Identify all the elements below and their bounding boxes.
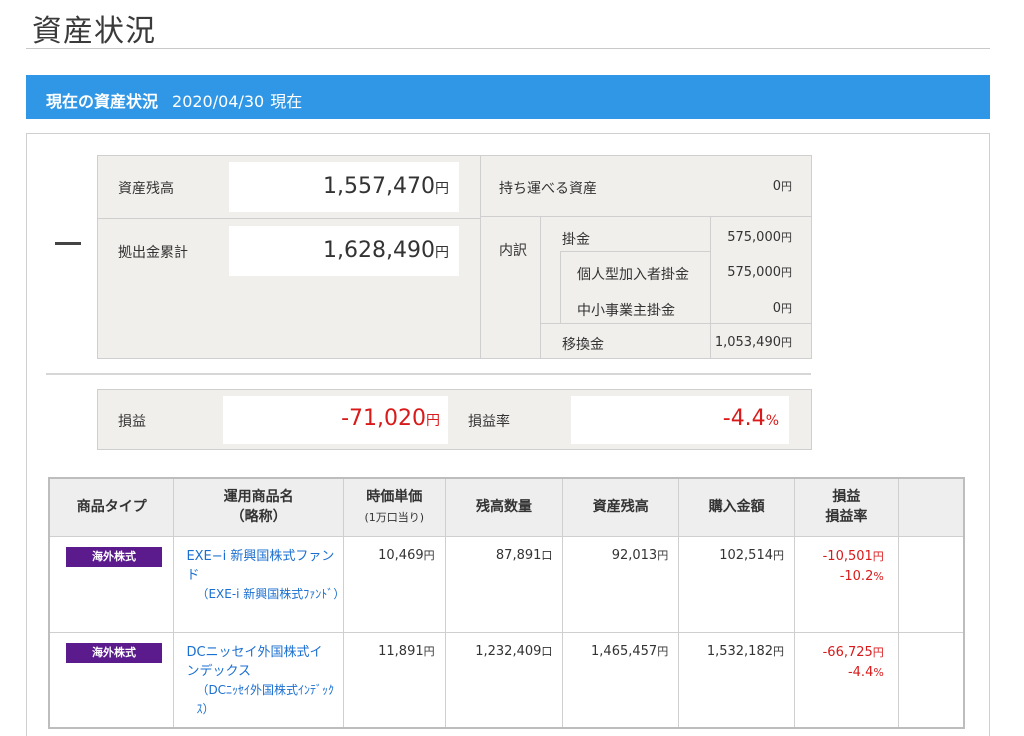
individual-contribution-label: 個人型加入者掛金 xyxy=(577,267,689,283)
col-header-balance: 資産残高 xyxy=(562,477,680,537)
type-cell: 海外株式 xyxy=(48,535,175,633)
profit-loss-value: -71,020円 xyxy=(223,396,448,444)
type-cell: 海外株式 xyxy=(48,631,175,729)
section-header: 現在の資産状況 2020/04/30 現在 xyxy=(26,75,990,119)
profit-loss-cell: -10,501円 -10.2% xyxy=(794,535,899,633)
fund-short-name: （DCﾆｯｾｲ外国株式ｲﾝﾃﾞｯｸｽ） xyxy=(196,682,335,716)
contribution-total-value: 1,628,490円 xyxy=(229,226,459,276)
contribution-value: 575,000円 xyxy=(727,230,792,245)
contribution-label: 掛金 xyxy=(562,232,590,248)
profit-loss-cell: -66,725円 -4.4% xyxy=(794,631,899,729)
blank-cell xyxy=(897,631,965,729)
table-row: 海外株式 EXE−i 新興国株式ファンド （EXE-i 新興国株式ﾌｧﾝﾄﾞ） … xyxy=(48,535,965,633)
balance-cell: 1,465,457円 xyxy=(562,631,680,729)
purchase-cell: 1,532,182円 xyxy=(678,631,795,729)
employer-contribution-value: 0円 xyxy=(772,301,792,316)
fund-name-cell: DCニッセイ外国株式インデックス （DCﾆｯｾｲ外国株式ｲﾝﾃﾞｯｸｽ） xyxy=(173,631,344,729)
col-header-purchase: 購入金額 xyxy=(678,477,795,537)
breakdown-label: 内訳 xyxy=(499,243,527,259)
col-header-profit-loss: 損益 損益率 xyxy=(794,477,899,537)
table-row: 海外株式 DCニッセイ外国株式インデックス （DCﾆｯｾｲ外国株式ｲﾝﾃﾞｯｸｽ… xyxy=(48,631,965,729)
transfer-value: 1,053,490円 xyxy=(714,335,792,350)
page-title: 資産状況 xyxy=(32,14,156,49)
profit-loss-rate-label: 損益率 xyxy=(468,414,510,430)
col-header-unit-price: 時価単価 (1万口当り) xyxy=(342,477,446,537)
table-header-row: 商品タイプ 運用商品名 （略称） 時価単価 (1万口当り) 残高数量 資産残高 購入… xyxy=(48,477,965,537)
product-type-badge: 海外株式 xyxy=(66,642,162,663)
holdings-table: 商品タイプ 運用商品名 （略称） 時価単価 (1万口当り) 残高数量 資産残高 購入… xyxy=(48,477,965,729)
section-heading: 現在の資産状況 xyxy=(46,92,159,111)
col-header-quantity: 残高数量 xyxy=(444,477,564,537)
contribution-total-label: 拠出金累計 xyxy=(118,245,188,261)
quantity-cell: 1,232,409口 xyxy=(444,631,564,729)
breakdown-sub-bottom xyxy=(540,323,812,324)
product-type-badge: 海外株式 xyxy=(66,546,162,567)
col-header-type: 商品タイプ xyxy=(48,477,175,537)
breakdown-sub-left xyxy=(560,251,561,323)
title-divider xyxy=(26,48,990,49)
quantity-cell: 87,891口 xyxy=(444,535,564,633)
col-header-blank xyxy=(897,477,965,537)
blank-cell xyxy=(897,535,965,633)
summary-row-divider xyxy=(97,218,481,219)
purchase-cell: 102,514円 xyxy=(678,535,795,633)
col-header-name: 運用商品名 （略称） xyxy=(173,477,344,537)
portable-assets-label: 持ち運べる資産 xyxy=(499,181,597,197)
profit-loss-label: 損益 xyxy=(118,414,146,430)
individual-contribution-value: 575,000円 xyxy=(727,265,792,280)
fund-name-cell: EXE−i 新興国株式ファンド （EXE-i 新興国株式ﾌｧﾝﾄﾞ） xyxy=(173,535,346,633)
fund-name-link[interactable]: DCニッセイ外国株式インデックス xyxy=(186,645,322,679)
employer-contribution-label: 中小事業主掛金 xyxy=(577,303,675,319)
asset-balance-label: 資産残高 xyxy=(118,181,174,197)
breakdown-sub-top xyxy=(560,251,710,252)
asset-balance-value: 1,557,470円 xyxy=(229,162,459,212)
fund-name-link[interactable]: EXE−i 新興国株式ファンド xyxy=(186,549,334,583)
balance-cell: 92,013円 xyxy=(562,535,680,633)
unit-price-cell: 10,469円 xyxy=(342,535,446,633)
profit-loss-divider xyxy=(46,373,811,375)
profit-loss-rate-value: -4.4% xyxy=(571,396,789,444)
unit-price-cell: 11,891円 xyxy=(342,631,446,729)
breakdown-value-border xyxy=(710,216,711,359)
as-of-suffix: 現在 xyxy=(270,92,303,111)
fund-short-name: （EXE-i 新興国株式ﾌｧﾝﾄﾞ） xyxy=(196,586,346,601)
portable-assets-value: 0円 xyxy=(772,179,792,194)
breakdown-left-border xyxy=(540,216,541,359)
breakdown-top-border xyxy=(480,216,812,217)
summary-divider xyxy=(480,155,481,359)
as-of-date: 2020/04/30 xyxy=(172,92,265,111)
collapse-toggle-icon[interactable] xyxy=(55,242,81,245)
transfer-label: 移換金 xyxy=(562,337,604,353)
